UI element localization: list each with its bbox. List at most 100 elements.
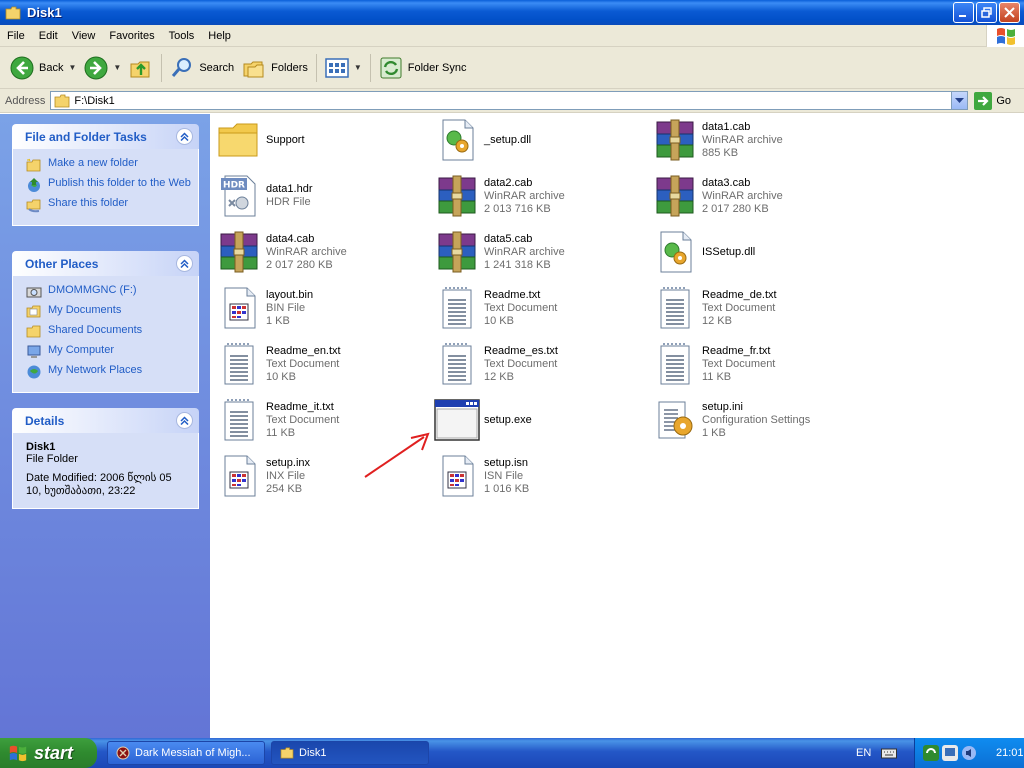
file-type: HDR File (266, 196, 311, 208)
search-button[interactable]: Search (166, 51, 238, 85)
file-name: Readme_de.txt (702, 288, 777, 301)
network-places-icon (27, 365, 41, 379)
file-name: Readme_it.txt (266, 400, 334, 413)
views-button[interactable]: ▼ (321, 51, 366, 85)
file-item[interactable]: Readme_en.txt Text Document 10 KB (215, 338, 425, 390)
file-item[interactable]: setup.exe (433, 394, 643, 446)
file-size: 2 017 280 KB (266, 258, 333, 271)
file-item[interactable]: data3.cab WinRAR archive 2 017 280 KB (651, 170, 861, 222)
publish-to-web-link[interactable]: Publish this folder to the Web (26, 177, 192, 193)
file-view[interactable]: Support _setup.dll data1.cab WinRAR archive… (210, 114, 1024, 738)
menu-file[interactable]: File (0, 30, 32, 42)
search-icon (172, 57, 192, 77)
place-my-computer-link[interactable]: My Computer (26, 344, 192, 360)
collapse-chevron-icon[interactable] (176, 412, 193, 429)
file-type: Text Document (702, 357, 776, 370)
publish-web-icon (28, 178, 40, 192)
my-computer-icon (27, 345, 41, 358)
panel-header[interactable]: Details (12, 408, 199, 433)
windows-flag-logo (986, 25, 1024, 47)
back-button[interactable]: Back ▼ (6, 51, 80, 85)
file-type: INX File (266, 469, 306, 482)
place-my-network-places-link[interactable]: My Network Places (26, 364, 192, 380)
file-item[interactable]: HDR data1.hdr HDR File (215, 170, 425, 222)
file-name: Readme_en.txt (266, 344, 341, 357)
back-dropdown-icon[interactable]: ▼ (68, 63, 76, 72)
panel-header[interactable]: Other Places (12, 251, 199, 276)
file-item[interactable]: Support (215, 114, 425, 166)
file-item[interactable]: data1.cab WinRAR archive 885 KB (651, 114, 861, 166)
panel-title: File and Folder Tasks (25, 129, 147, 144)
taskbar-item-disk1[interactable]: Disk1 (271, 741, 429, 765)
file-item[interactable]: _setup.dll (433, 114, 643, 166)
folders-button[interactable]: Folders (238, 51, 312, 85)
file-item[interactable]: Readme_es.txt Text Document 12 KB (433, 338, 643, 390)
file-item[interactable]: Readme.txt Text Document 10 KB (433, 282, 643, 334)
go-button[interactable]: Go (974, 91, 1011, 110)
winrar-icon (433, 228, 481, 276)
collapse-chevron-icon[interactable] (176, 128, 193, 145)
details-name: Disk1 (26, 441, 56, 453)
address-input[interactable]: F:\Disk1 (50, 91, 969, 110)
winrar-icon (651, 172, 699, 220)
text-document-icon (651, 284, 699, 332)
file-name: setup.inx (266, 456, 311, 469)
cd-drive-icon (26, 287, 42, 298)
winrar-icon (215, 228, 263, 276)
place-my-documents-link[interactable]: My Documents (26, 304, 192, 320)
file-name: Support (266, 133, 305, 146)
make-new-folder-link[interactable]: Make a new folder (26, 157, 192, 173)
file-item[interactable]: data4.cab WinRAR archive 2 017 280 KB (215, 226, 425, 278)
file-item[interactable]: ISSetup.dll (651, 226, 861, 278)
details-panel: Details Disk1 File Folder Date Modified:… (12, 408, 199, 509)
dll-icon (651, 228, 699, 276)
file-item[interactable]: data2.cab WinRAR archive 2 013 716 KB (433, 170, 643, 222)
menu-edit[interactable]: Edit (32, 30, 65, 42)
start-button[interactable]: start (0, 738, 97, 768)
minimize-button[interactable] (953, 2, 974, 23)
file-size: 1 KB (266, 314, 290, 327)
restore-button[interactable] (976, 2, 997, 23)
file-size: 2 017 280 KB (702, 202, 769, 215)
file-type: WinRAR archive (702, 189, 783, 202)
file-item[interactable]: Readme_fr.txt Text Document 11 KB (651, 338, 861, 390)
views-dropdown-icon[interactable]: ▼ (354, 63, 362, 72)
address-dropdown-button[interactable] (951, 92, 968, 109)
language-indicator[interactable]: EN (856, 738, 898, 768)
panel-header[interactable]: File and Folder Tasks (12, 124, 199, 149)
close-button[interactable] (999, 2, 1020, 23)
text-document-icon (433, 340, 481, 388)
file-type: Text Document (484, 357, 558, 370)
folder-icon (54, 94, 70, 107)
up-folder-button[interactable] (125, 51, 157, 85)
forward-dropdown-icon[interactable]: ▼ (113, 63, 121, 72)
file-type: Text Document (266, 357, 340, 370)
system-tray: 21:01 (914, 738, 1024, 768)
forward-button[interactable]: ▼ (80, 51, 125, 85)
folder-sync-button[interactable]: Folder Sync (375, 51, 471, 85)
menu-view[interactable]: View (65, 30, 103, 42)
file-item[interactable]: setup.isn ISN File 1 016 KB (433, 450, 643, 502)
taskbar: start Dark Messiah of Migh... Disk1 EN 2… (0, 738, 1024, 768)
share-folder-link[interactable]: Share this folder (26, 197, 192, 213)
title-bar[interactable]: Disk1 (0, 0, 1024, 25)
collapse-chevron-icon[interactable] (176, 255, 193, 272)
menu-help[interactable]: Help (201, 30, 238, 42)
file-item[interactable]: layout.bin BIN File 1 KB (215, 282, 425, 334)
place-drive-f-link[interactable]: DMOMMGNC (F:) (26, 284, 192, 300)
menu-tools[interactable]: Tools (162, 30, 202, 42)
file-name: Readme.txt (484, 288, 541, 301)
tray-speaker-icon[interactable] (961, 745, 977, 761)
file-name: data1.cab (702, 120, 751, 133)
new-folder-icon (26, 158, 41, 172)
file-item[interactable]: Readme_de.txt Text Document 12 KB (651, 282, 861, 334)
file-item[interactable]: setup.ini Configuration Settings 1 KB (651, 394, 861, 446)
file-item[interactable]: data5.cab WinRAR archive 1 241 318 KB (433, 226, 643, 278)
tray-network-icon[interactable] (942, 745, 958, 761)
taskbar-item-dark-messiah[interactable]: Dark Messiah of Migh... (107, 741, 265, 765)
file-name: data1.hdr (266, 183, 313, 195)
tray-sync-icon[interactable] (923, 745, 939, 761)
menu-favorites[interactable]: Favorites (102, 30, 161, 42)
generic-file-icon (215, 284, 263, 332)
place-shared-documents-link[interactable]: Shared Documents (26, 324, 192, 340)
